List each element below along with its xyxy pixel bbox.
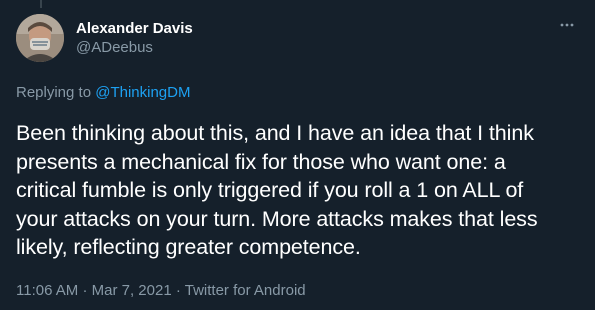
- tweet-time[interactable]: 11:06 AM: [16, 282, 78, 299]
- avatar[interactable]: [16, 14, 64, 62]
- tweet-date[interactable]: Mar 7, 2021: [92, 282, 172, 299]
- replying-to-label: Replying to: [16, 84, 92, 101]
- more-horizontal-icon[interactable]: [557, 18, 577, 32]
- tweet-text-line: your attacks on your turn. More attacks …: [16, 206, 538, 231]
- tweet-text-line: Been thinking about this, and I have an …: [16, 121, 534, 145]
- thread-line: [40, 0, 42, 8]
- meta-separator: ·: [82, 282, 88, 299]
- tweet-text-line: critical fumble is only triggered if you…: [16, 178, 524, 202]
- replying-to: Replying to @ThinkingDM: [16, 83, 190, 102]
- meta-separator: ·: [175, 282, 181, 299]
- tweet-text-line: likely, reflecting greater competence.: [16, 235, 361, 259]
- user-info: Alexander Davis @ADeebus: [76, 19, 193, 57]
- tweet-text: Been thinking about this, and I have an …: [16, 119, 586, 262]
- tweet-meta: 11:06 AM · Mar 7, 2021 · Twitter for And…: [16, 281, 306, 300]
- tweet-header: Alexander Davis @ADeebus: [16, 14, 579, 64]
- avatar-image: [16, 14, 64, 62]
- tweet: Alexander Davis @ADeebus Replying to @Th…: [0, 0, 595, 310]
- display-name[interactable]: Alexander Davis: [76, 19, 193, 38]
- tweet-text-line: presents a mechanical fix for those who …: [16, 149, 506, 174]
- tweet-source[interactable]: Twitter for Android: [185, 282, 306, 299]
- replying-to-mention[interactable]: @ThinkingDM: [95, 84, 190, 101]
- user-handle[interactable]: @ADeebus: [76, 38, 193, 57]
